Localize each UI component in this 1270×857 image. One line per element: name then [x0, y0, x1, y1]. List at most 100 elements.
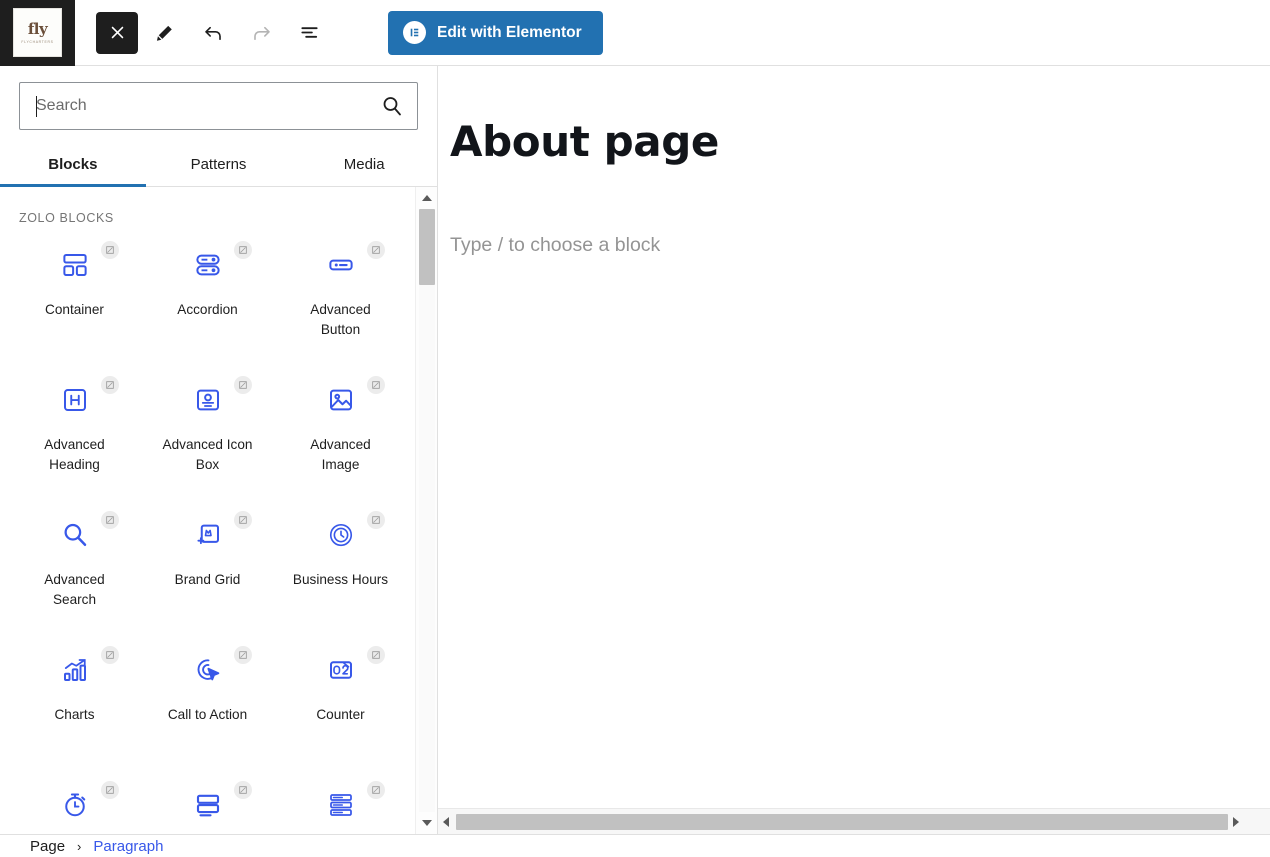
- scroll-right-arrow[interactable]: [1228, 809, 1244, 835]
- block-item-charts[interactable]: Charts: [8, 636, 141, 771]
- block-item-label: Brand Grid: [174, 572, 241, 587]
- flip-box-icon: [190, 787, 226, 823]
- icon-box-icon: [190, 382, 226, 418]
- search-block-icon: [57, 517, 93, 553]
- elementor-logo-icon: [403, 21, 426, 44]
- zolo-badge-icon: [367, 646, 385, 664]
- block-item-label: Charts: [54, 707, 95, 722]
- breadcrumb-item-page[interactable]: Page: [30, 838, 65, 855]
- text-caret: [36, 96, 37, 117]
- accordion-icon: [190, 247, 226, 283]
- block-item-advanced-button[interactable]: Advanced Button: [274, 231, 407, 366]
- search-input[interactable]: [20, 83, 417, 129]
- zolo-badge-icon: [234, 241, 252, 259]
- block-item-advanced-icon-box[interactable]: Advanced Icon Box: [141, 366, 274, 501]
- block-item-label: Container: [45, 302, 104, 317]
- counter-icon: [323, 652, 359, 688]
- search-area: [0, 66, 437, 130]
- undo-icon: [204, 26, 221, 41]
- block-inserter-panel: Blocks Patterns Media ZOLO BLOCKS: [0, 66, 438, 834]
- block-item-label: Counter: [316, 707, 365, 722]
- block-list: ZOLO BLOCKS Container Accordion Advanced…: [0, 187, 415, 834]
- breadcrumb: Page › Paragraph: [0, 834, 1270, 857]
- scrollbar-track[interactable]: [419, 209, 435, 812]
- block-item-advanced-search[interactable]: Advanced Search: [8, 501, 141, 636]
- site-logo: fly FLYCHARTERS: [13, 8, 62, 57]
- canvas-horizontal-scrollbar[interactable]: [438, 808, 1270, 834]
- zolo-badge-icon: [101, 781, 119, 799]
- block-item-label: Advanced Search: [44, 572, 105, 607]
- page-title[interactable]: About page: [450, 117, 1270, 166]
- chevron-up-icon: [421, 195, 432, 201]
- block-item-label: Advanced Heading: [44, 437, 105, 472]
- zolo-badge-icon: [101, 511, 119, 529]
- list-view-icon: [300, 27, 318, 38]
- zolo-badge-icon: [234, 376, 252, 394]
- chevron-right-icon: [1233, 816, 1239, 827]
- scroll-up-arrow[interactable]: [416, 187, 438, 209]
- tab-blocks-label: Blocks: [48, 156, 98, 173]
- block-item-flip-box[interactable]: [141, 771, 274, 834]
- brand-grid-icon: [190, 517, 226, 553]
- zolo-badge-icon: [367, 781, 385, 799]
- undo-button[interactable]: [192, 12, 234, 54]
- tab-blocks[interactable]: Blocks: [0, 145, 146, 187]
- editor-header: fly FLYCHARTERS Edit with Elementor: [0, 0, 1270, 66]
- site-logo-text: fly: [27, 19, 48, 38]
- zolo-badge-icon: [234, 646, 252, 664]
- chevron-down-icon: [421, 820, 432, 826]
- clock-icon: [323, 517, 359, 553]
- paragraph-placeholder[interactable]: Type / to choose a block: [450, 234, 1270, 257]
- chevron-left-icon: [443, 816, 449, 827]
- zolo-badge-icon: [101, 646, 119, 664]
- breadcrumb-separator-icon: ›: [77, 838, 82, 854]
- editor-canvas[interactable]: About page Type / to choose a block: [438, 66, 1270, 808]
- advanced-button-icon: [323, 247, 359, 283]
- block-item-business-hours[interactable]: Business Hours: [274, 501, 407, 636]
- countdown-icon: [57, 787, 93, 823]
- tab-patterns-label: Patterns: [190, 156, 247, 173]
- cursor-click-icon: [190, 652, 226, 688]
- block-item-call-to-action[interactable]: Call to Action: [141, 636, 274, 771]
- block-panel-scrollbar[interactable]: [415, 187, 437, 834]
- image-icon: [323, 382, 359, 418]
- redo-icon: [253, 26, 270, 41]
- editor-toolbar: [75, 11, 330, 54]
- edit-with-elementor-button[interactable]: Edit with Elementor: [388, 10, 603, 55]
- block-item-form[interactable]: [274, 771, 407, 834]
- block-item-countdown[interactable]: [8, 771, 141, 834]
- edit-mode-button[interactable]: [144, 12, 186, 54]
- zolo-badge-icon: [234, 781, 252, 799]
- tab-patterns[interactable]: Patterns: [146, 145, 292, 186]
- heading-icon: [57, 382, 93, 418]
- list-view-button[interactable]: [288, 12, 330, 54]
- container-icon: [57, 247, 93, 283]
- search-icon[interactable]: [380, 94, 404, 118]
- scroll-left-arrow[interactable]: [438, 809, 454, 835]
- block-item-label: Advanced Image: [310, 437, 371, 472]
- block-item-container[interactable]: Container: [8, 231, 141, 366]
- zolo-badge-icon: [367, 376, 385, 394]
- zolo-badge-icon: [101, 241, 119, 259]
- horizontal-scrollbar-thumb[interactable]: [456, 813, 1228, 830]
- block-item-accordion[interactable]: Accordion: [141, 231, 274, 366]
- redo-button[interactable]: [240, 12, 282, 54]
- block-item-counter[interactable]: Counter: [274, 636, 407, 771]
- pencil-icon: [156, 25, 172, 41]
- zolo-badge-icon: [367, 241, 385, 259]
- scrollbar-thumb[interactable]: [419, 209, 435, 285]
- search-box[interactable]: [19, 82, 418, 130]
- block-item-advanced-heading[interactable]: Advanced Heading: [8, 366, 141, 501]
- zolo-badge-icon: [234, 511, 252, 529]
- tab-media-label: Media: [343, 156, 385, 173]
- block-item-label: Accordion: [177, 302, 238, 317]
- breadcrumb-item-paragraph[interactable]: Paragraph: [93, 838, 163, 855]
- block-item-brand-grid[interactable]: Brand Grid: [141, 501, 274, 636]
- block-item-advanced-image[interactable]: Advanced Image: [274, 366, 407, 501]
- block-item-label: Advanced Icon Box: [162, 437, 253, 472]
- site-logo-tile[interactable]: fly FLYCHARTERS: [0, 0, 75, 66]
- close-editor-button[interactable]: [96, 11, 138, 54]
- block-grid: Container Accordion Advanced Button Adva…: [0, 231, 415, 834]
- scroll-down-arrow[interactable]: [416, 812, 438, 834]
- tab-media[interactable]: Media: [291, 145, 437, 186]
